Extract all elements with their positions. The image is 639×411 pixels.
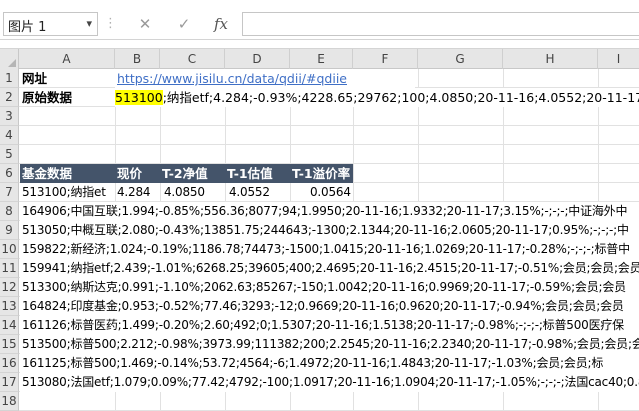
- cell-e7[interactable]: 0.0564: [290, 183, 353, 202]
- header-cell-fund-data[interactable]: 基金数据: [20, 164, 115, 183]
- chevron-down-icon[interactable]: ▾: [86, 17, 92, 30]
- check-icon[interactable]: ✓: [172, 12, 196, 36]
- header-cell-t1-estimate[interactable]: T-1估值: [225, 164, 290, 183]
- row-header-15[interactable]: 15: [0, 335, 19, 354]
- column-header-c[interactable]: C: [160, 49, 225, 69]
- header-cell-price[interactable]: 现价: [115, 164, 160, 183]
- cell-b2-text: ;纳指etf;4.284;-0.93%;4228.65;29762;100;4.…: [162, 90, 639, 105]
- row-header-9[interactable]: 9: [0, 221, 19, 240]
- column-header-row: A B C D E F G H I: [0, 48, 639, 69]
- name-box[interactable]: 图片 1 ▾: [3, 12, 98, 36]
- cell-d7[interactable]: 4.0552: [225, 183, 290, 202]
- cell-a13[interactable]: 164824;印度基金;0.953;-0.52%;77.46;3293;-12;…: [20, 297, 639, 316]
- formula-input[interactable]: [242, 12, 639, 36]
- name-box-value: 图片 1: [8, 20, 47, 35]
- row-header-16[interactable]: 16: [0, 354, 19, 373]
- row-header-10[interactable]: 10: [0, 240, 19, 259]
- cell-a14[interactable]: 161126;标普医药;1.499;-0.20%;2.60;492;0;1.53…: [20, 316, 639, 335]
- row-header-3[interactable]: 3: [0, 107, 19, 126]
- row-header-4[interactable]: 4: [0, 126, 19, 145]
- spreadsheet-app: 图片 1 ▾ ⋮ ✕ ✓ fx A B C D E F G H I 1 2 3 …: [0, 0, 639, 411]
- cell-a11[interactable]: 159941;纳指etf;2.439;-1.01%;6268.25;39605;…: [20, 259, 639, 278]
- grip-icon: ⋮: [104, 16, 117, 31]
- row-header-8[interactable]: 8: [0, 202, 19, 221]
- cell-a2[interactable]: 原始数据: [20, 88, 115, 107]
- row-header-7[interactable]: 7: [0, 183, 19, 202]
- cell-c7[interactable]: 4.0850: [160, 183, 225, 202]
- column-header-b[interactable]: B: [115, 49, 160, 69]
- column-header-a[interactable]: A: [19, 49, 115, 69]
- cell-a10[interactable]: 159822;新经济;1.024;-0.19%;1186.78;74473;-1…: [20, 240, 639, 259]
- row-header-14[interactable]: 14: [0, 316, 19, 335]
- cell-a7[interactable]: 513100;纳指et: [20, 183, 115, 202]
- column-header-h[interactable]: H: [503, 49, 598, 69]
- cell-a9[interactable]: 513050;中概互联;2.080;-0.43%;13851.75;244643…: [20, 221, 639, 240]
- cell-a17[interactable]: 513080;法国etf;1.079;0.09%;77.42;4792;-100…: [20, 373, 639, 392]
- cell-a12[interactable]: 513300;纳斯达克;0.991;-1.10%;2062.63;85267;-…: [20, 278, 639, 297]
- cell-b2[interactable]: 513100;纳指etf;4.284;-0.93%;4228.65;29762;…: [115, 88, 639, 107]
- row-header-12[interactable]: 12: [0, 278, 19, 297]
- cell-b7[interactable]: 4.284: [115, 183, 160, 202]
- cell-a16[interactable]: 161125;标普500;1.469;-0.14%;53.72;4564;-6;…: [20, 354, 639, 373]
- formula-bar: 图片 1 ▾ ⋮ ✕ ✓ fx: [0, 0, 639, 40]
- header-cell-t2-nav[interactable]: T-2净值: [160, 164, 225, 183]
- row-header-18[interactable]: 18: [0, 392, 19, 411]
- select-all-icon: [8, 59, 16, 67]
- row-header-11[interactable]: 11: [0, 259, 19, 278]
- column-header-e[interactable]: E: [290, 49, 353, 69]
- cancel-icon[interactable]: ✕: [133, 12, 157, 36]
- cell-a8[interactable]: 164906;中国互联;1.994;-0.85%;556.36;8077;94;…: [20, 202, 639, 221]
- column-header-f[interactable]: F: [353, 49, 418, 69]
- gridline: [19, 144, 639, 145]
- row-header-13[interactable]: 13: [0, 297, 19, 316]
- header-cell-t1-premium[interactable]: T-1溢价率: [290, 164, 353, 183]
- row-header-5[interactable]: 5: [0, 145, 19, 164]
- cell-b2-highlight: 513100: [115, 90, 163, 105]
- cell-b1-link[interactable]: https://www.jisilu.cn/data/qdii/#qdiie: [115, 69, 415, 88]
- select-all-button[interactable]: [0, 49, 19, 69]
- cell-a1[interactable]: 网址: [20, 69, 115, 88]
- row-header-2[interactable]: 2: [0, 88, 19, 107]
- row-header-17[interactable]: 17: [0, 373, 19, 392]
- column-header-g[interactable]: G: [418, 49, 503, 69]
- gridline: [19, 125, 639, 126]
- row-header-1[interactable]: 1: [0, 69, 19, 88]
- column-header-d[interactable]: D: [225, 49, 290, 69]
- insert-function-icon[interactable]: fx: [209, 12, 233, 36]
- column-header-i[interactable]: I: [598, 49, 639, 69]
- row-header-6[interactable]: 6: [0, 164, 19, 183]
- cell-a15[interactable]: 513500;标普500;2.212;-0.98%;3973.99;111382…: [20, 335, 639, 354]
